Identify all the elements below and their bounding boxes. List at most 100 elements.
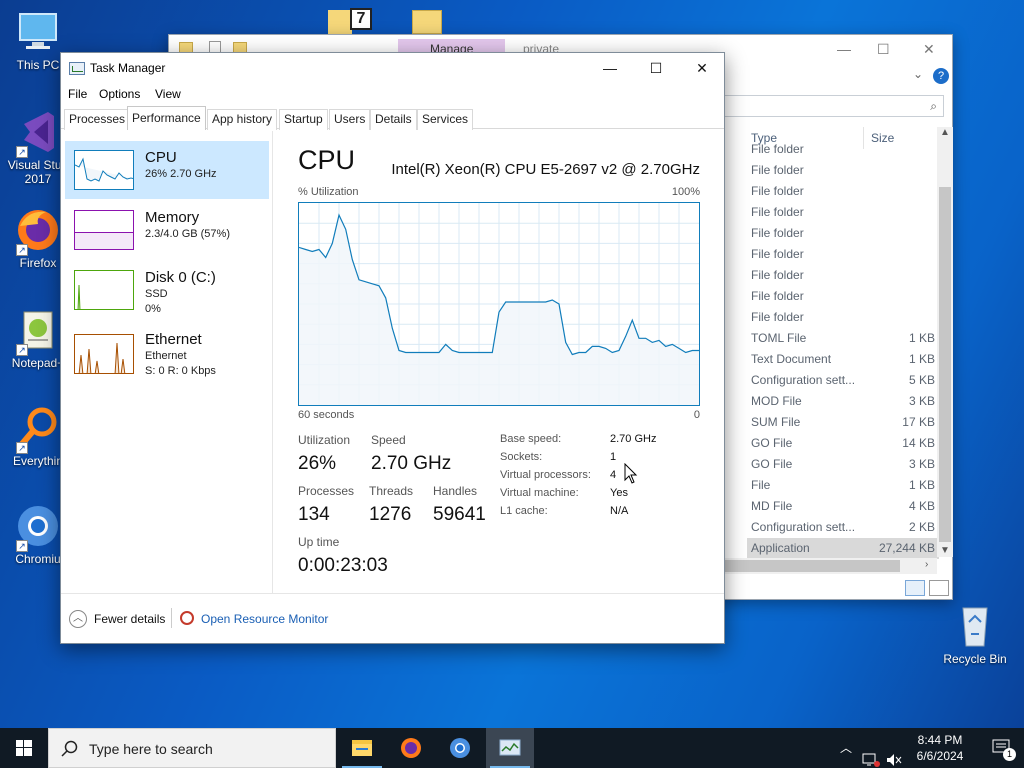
file-row[interactable]: File folder — [747, 286, 939, 307]
fewer-details-link[interactable]: Fewer details — [94, 612, 165, 626]
task-manager-titlebar[interactable]: Task Manager — ☐ ✕ — [61, 53, 724, 83]
file-row[interactable]: Application 27,244 KB — [747, 538, 939, 559]
computer-icon — [14, 8, 62, 56]
scroll-down-icon[interactable]: ▼ — [940, 545, 950, 556]
close-button[interactable]: ✕ — [679, 53, 725, 83]
tab-processes[interactable]: Processes — [64, 109, 131, 130]
processes-value: 134 — [298, 504, 330, 525]
file-row[interactable]: File folder — [747, 139, 939, 160]
file-size: 5 KB — [908, 373, 935, 387]
close-button[interactable]: ✕ — [923, 41, 935, 58]
file-size: 27,244 KB — [878, 541, 935, 555]
sidebar-item-memory[interactable]: Memory 2.3/4.0 GB (57%) — [65, 201, 269, 259]
file-row[interactable]: File folder — [747, 244, 939, 265]
taskbar-task-manager[interactable] — [486, 728, 534, 768]
file-row[interactable]: File folder — [747, 181, 939, 202]
menu-file[interactable]: File — [68, 87, 87, 101]
show-hidden-icons-chevron-icon[interactable]: ︿ — [840, 739, 852, 768]
file-row[interactable]: File folder — [747, 160, 939, 181]
base-speed-label: Base speed: — [500, 433, 562, 445]
sidebar-item-cpu[interactable]: CPU 26% 2.70 GHz — [65, 141, 269, 199]
taskbar-firefox[interactable] — [387, 728, 435, 768]
sidebar-item-disk[interactable]: Disk 0 (C:) SSD 0% — [65, 261, 269, 319]
file-type: GO File — [751, 436, 793, 450]
tab-app-history[interactable]: App history — [207, 109, 278, 130]
firefox-icon — [401, 738, 421, 758]
clock[interactable]: 8:44 PM 6/6/2024 — [905, 732, 975, 764]
file-size: 3 KB — [908, 394, 935, 408]
ribbon-expand-icon[interactable]: ⌄ — [913, 67, 923, 81]
details-view-icon[interactable] — [905, 580, 925, 596]
file-row[interactable]: File folder — [747, 307, 939, 328]
tab-services[interactable]: Services — [417, 109, 474, 130]
file-type: SUM File — [751, 415, 801, 429]
sidebar-memory-sub: 2.3/4.0 GB (57%) — [145, 228, 230, 240]
help-icon[interactable]: ? — [933, 68, 949, 84]
taskbar-file-explorer[interactable] — [338, 728, 386, 768]
tab-performance[interactable]: Performance — [127, 106, 206, 130]
uptime-value: 0:00:23:03 — [298, 555, 388, 576]
cpu-mini-graph — [74, 150, 134, 190]
file-row[interactable]: File 1 KB — [747, 475, 939, 496]
open-resource-monitor-link[interactable]: Open Resource Monitor — [201, 612, 328, 626]
tab-users[interactable]: Users — [329, 109, 371, 130]
file-row[interactable]: GO File 3 KB — [747, 454, 939, 475]
volume-muted-icon[interactable] — [885, 740, 903, 768]
notification-count-badge: 1 — [1003, 748, 1016, 761]
footer-divider — [171, 608, 172, 628]
threads-label: Threads — [369, 484, 414, 498]
network-icon[interactable] — [862, 740, 880, 768]
file-row[interactable]: SUM File 17 KB — [747, 412, 939, 433]
file-row[interactable]: Text Document 1 KB — [747, 349, 939, 370]
utilization-label: Utilization — [298, 433, 351, 447]
vertical-scrollbar[interactable]: ▲ ▼ — [937, 127, 953, 557]
scroll-right-icon[interactable]: › — [925, 559, 928, 570]
tab-details[interactable]: Details — [370, 109, 417, 130]
file-row[interactable]: TOML File 1 KB — [747, 328, 939, 349]
tab-startup[interactable]: Startup — [279, 109, 328, 130]
menu-options[interactable]: Options — [99, 87, 140, 101]
menu-bar: File Options View — [61, 83, 724, 105]
taskbar-search-box[interactable]: Type here to search — [48, 728, 336, 768]
file-type: TOML File — [751, 331, 807, 345]
file-size: 14 KB — [902, 436, 935, 450]
file-type: File folder — [751, 163, 804, 177]
file-row[interactable]: File folder — [747, 202, 939, 223]
sidebar-item-ethernet[interactable]: Ethernet Ethernet S: 0 R: 0 Kbps — [65, 325, 269, 383]
explorer-search-box[interactable]: ⌕ — [724, 95, 944, 117]
scrollbar-thumb[interactable] — [725, 560, 900, 572]
horizontal-scrollbar[interactable]: › — [725, 558, 937, 574]
file-row[interactable]: File folder — [747, 265, 939, 286]
taskbar: Type here to search ︿ 8:44 PM 6/6/2024 1 — [0, 728, 1024, 768]
file-size: 1 KB — [908, 352, 935, 366]
action-center-button[interactable]: 1 — [980, 728, 1024, 768]
file-type: File folder — [751, 289, 804, 303]
scroll-up-icon[interactable]: ▲ — [940, 127, 950, 138]
minimize-button[interactable]: — — [587, 53, 633, 83]
large-icons-view-icon[interactable] — [929, 580, 949, 596]
desktop-icon-recycle-bin[interactable]: Recycle Bin — [937, 602, 1013, 666]
sockets-value: 1 — [610, 451, 617, 463]
maximize-button[interactable]: ☐ — [877, 41, 890, 58]
file-row[interactable]: GO File 14 KB — [747, 433, 939, 454]
desktop-icon-folder[interactable] — [412, 10, 442, 36]
taskbar-chromium[interactable] — [436, 728, 484, 768]
file-row[interactable]: MD File 4 KB — [747, 496, 939, 517]
file-size: 3 KB — [908, 457, 935, 471]
file-type: Configuration sett... — [751, 520, 856, 534]
scrollbar-thumb[interactable] — [939, 187, 951, 542]
file-row[interactable]: Configuration sett... 5 KB — [747, 370, 939, 391]
chevron-up-icon[interactable]: ︿ — [69, 610, 87, 628]
notepad-plus-plus-icon: ↗ — [14, 306, 62, 356]
cpu-chart-svg — [298, 203, 699, 405]
desktop-icon-7zip[interactable]: 7 — [328, 6, 376, 36]
file-row[interactable]: Configuration sett... 2 KB — [747, 517, 939, 538]
file-row[interactable]: File folder — [747, 223, 939, 244]
menu-view[interactable]: View — [155, 87, 181, 101]
start-button[interactable] — [0, 728, 48, 768]
file-type: Configuration sett... — [751, 373, 856, 387]
file-row[interactable]: MOD File 3 KB — [747, 391, 939, 412]
minimize-button[interactable]: — — [837, 41, 851, 57]
maximize-button[interactable]: ☐ — [633, 53, 679, 83]
task-manager-window[interactable]: Task Manager — ☐ ✕ File Options View Pro… — [60, 52, 725, 644]
